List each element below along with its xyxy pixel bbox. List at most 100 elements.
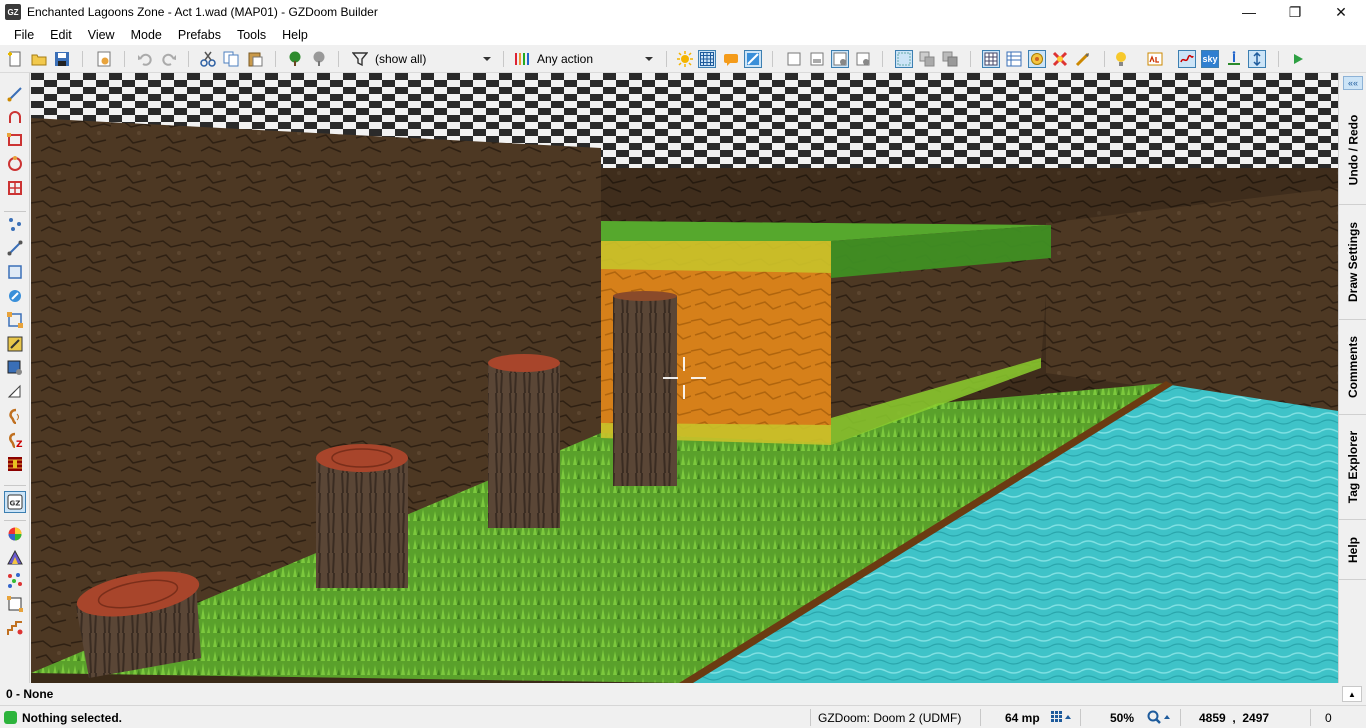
scripts-icon[interactable]	[1051, 50, 1069, 68]
stump-near	[316, 444, 408, 588]
info-icon[interactable]	[1225, 50, 1243, 68]
floor-align-icon[interactable]	[6, 455, 24, 473]
visual-mode-viewport[interactable]	[31, 73, 1338, 683]
bridge-builder-icon[interactable]	[6, 619, 24, 637]
thing-filter-value: (show all)	[375, 52, 427, 66]
chevron-up-icon[interactable]: ▲	[1342, 686, 1362, 702]
draw-lines-icon[interactable]	[6, 85, 24, 103]
color-picker-icon[interactable]	[6, 525, 24, 543]
sound-environment-icon[interactable]	[6, 407, 24, 425]
draw-ellipse-icon[interactable]	[6, 155, 24, 173]
app-logo-icon: GZ	[5, 4, 21, 20]
svg-text:Z: Z	[16, 440, 23, 448]
tab-comments[interactable]: Comments	[1339, 320, 1366, 415]
select-vertices-icon[interactable]	[854, 50, 872, 68]
draw-grid-icon[interactable]	[6, 179, 24, 197]
draw-rectangle-icon[interactable]	[6, 131, 24, 149]
gz-grid-icon[interactable]	[895, 50, 913, 68]
render-lines-icon[interactable]	[1005, 50, 1023, 68]
tab-undo-redo[interactable]: Undo / Redo	[1339, 95, 1366, 205]
models-icon[interactable]	[1028, 50, 1046, 68]
cursor-coordinates: 4859 , 2497	[1199, 711, 1270, 725]
zoom-icon[interactable]	[1147, 710, 1173, 728]
insert-prefab-icon[interactable]	[286, 50, 304, 68]
gz-merge-icon[interactable]	[918, 50, 936, 68]
thing-filter-dropdown[interactable]: (show all)	[375, 49, 493, 69]
info-panel: 0 - None ▲	[0, 683, 1366, 705]
3d-scene	[31, 73, 1338, 683]
sectors-mode-icon[interactable]	[6, 263, 24, 281]
status-ready-icon	[4, 711, 17, 724]
sound-propagation-icon[interactable]	[6, 383, 24, 401]
action-filter-value: Any action	[537, 52, 594, 66]
status-extra-value: 0	[1325, 711, 1332, 725]
menu-view[interactable]: View	[80, 28, 123, 42]
minimize-button[interactable]: —	[1226, 0, 1272, 24]
triangulator-icon[interactable]	[6, 549, 24, 567]
vertices-mode-icon[interactable]	[6, 215, 24, 233]
copy-icon[interactable]	[222, 50, 240, 68]
menu-prefabs[interactable]: Prefabs	[170, 28, 229, 42]
main-toolbar: (show all) Any action sky	[0, 45, 1366, 73]
title-bar: GZ Enchanted Lagoons Zone - Act 1.wad (M…	[0, 0, 1366, 24]
test-map-icon[interactable]	[1289, 50, 1307, 68]
select-linedefs-icon[interactable]	[831, 50, 849, 68]
stump-mid	[488, 354, 560, 528]
redo-icon[interactable]	[160, 50, 178, 68]
fog-icon[interactable]	[1178, 50, 1196, 68]
undo-icon[interactable]	[136, 50, 154, 68]
align-icon[interactable]	[1248, 50, 1266, 68]
menu-edit[interactable]: Edit	[42, 28, 80, 42]
tab-tag-explorer[interactable]: Tag Explorer	[1339, 415, 1366, 520]
window-title: Enchanted Lagoons Zone - Act 1.wad (MAP0…	[27, 5, 378, 19]
stair-builder-icon[interactable]	[6, 595, 24, 613]
side-dock: «« Undo / Redo Draw Settings Comments Ta…	[1338, 73, 1366, 683]
full-brightness-icon[interactable]	[676, 50, 694, 68]
gz-split-icon[interactable]	[941, 50, 959, 68]
stump-far	[613, 291, 677, 486]
select-things-icon[interactable]	[785, 50, 803, 68]
tab-draw-settings[interactable]: Draw Settings	[1339, 205, 1366, 320]
edit-selection-icon[interactable]	[6, 335, 24, 353]
action-filter-icon[interactable]	[513, 50, 531, 68]
insert-previous-prefab-icon[interactable]	[310, 50, 328, 68]
sound-env-zones-icon[interactable]: Z	[6, 431, 24, 449]
menu-bar: File Edit View Mode Prefabs Tools Help	[0, 24, 1366, 45]
action-filter-dropdown[interactable]: Any action	[537, 49, 655, 69]
map-options-icon[interactable]	[95, 50, 113, 68]
visual-mode-icon[interactable]	[6, 359, 24, 377]
maximize-button[interactable]: ❐	[1272, 0, 1318, 24]
cut-icon[interactable]	[199, 50, 217, 68]
event-lines-icon[interactable]	[722, 50, 740, 68]
menu-mode[interactable]: Mode	[123, 28, 170, 42]
lights-icon[interactable]	[1113, 50, 1131, 68]
menu-help[interactable]: Help	[274, 28, 316, 42]
menu-tools[interactable]: Tools	[229, 28, 274, 42]
grid-icon[interactable]	[698, 50, 716, 68]
menu-file[interactable]: File	[6, 28, 42, 42]
things-mode-icon[interactable]	[6, 287, 24, 305]
visual-slope-icon[interactable]	[744, 50, 762, 68]
chevron-down-icon	[483, 57, 491, 61]
close-button[interactable]: ✕	[1318, 0, 1364, 24]
paste-icon[interactable]	[246, 50, 264, 68]
new-map-icon[interactable]	[6, 50, 24, 68]
save-map-icon[interactable]	[53, 50, 71, 68]
draw-curve-icon[interactable]	[6, 108, 24, 126]
filter-icon[interactable]	[351, 50, 369, 68]
svg-text:GZ: GZ	[10, 500, 21, 508]
render-grid-icon[interactable]	[982, 50, 1000, 68]
dock-collapse-icon[interactable]: ««	[1343, 76, 1363, 90]
sky-toggle-button[interactable]: sky	[1201, 50, 1219, 68]
thing-scatter-icon[interactable]	[6, 571, 24, 589]
game-configuration[interactable]: GZDoom: Doom 2 (UDMF)	[818, 711, 961, 725]
make-sectors-icon[interactable]	[6, 311, 24, 329]
brush-icon[interactable]	[1074, 50, 1092, 68]
gz-visual-mode-icon[interactable]: GZ	[4, 491, 26, 513]
sound-env-icon[interactable]	[1146, 50, 1164, 68]
grid-size-icon[interactable]	[1051, 710, 1073, 727]
select-sectors-icon[interactable]	[808, 50, 826, 68]
linedefs-mode-icon[interactable]	[6, 239, 24, 257]
open-map-icon[interactable]	[30, 50, 48, 68]
tab-help[interactable]: Help	[1339, 520, 1366, 580]
